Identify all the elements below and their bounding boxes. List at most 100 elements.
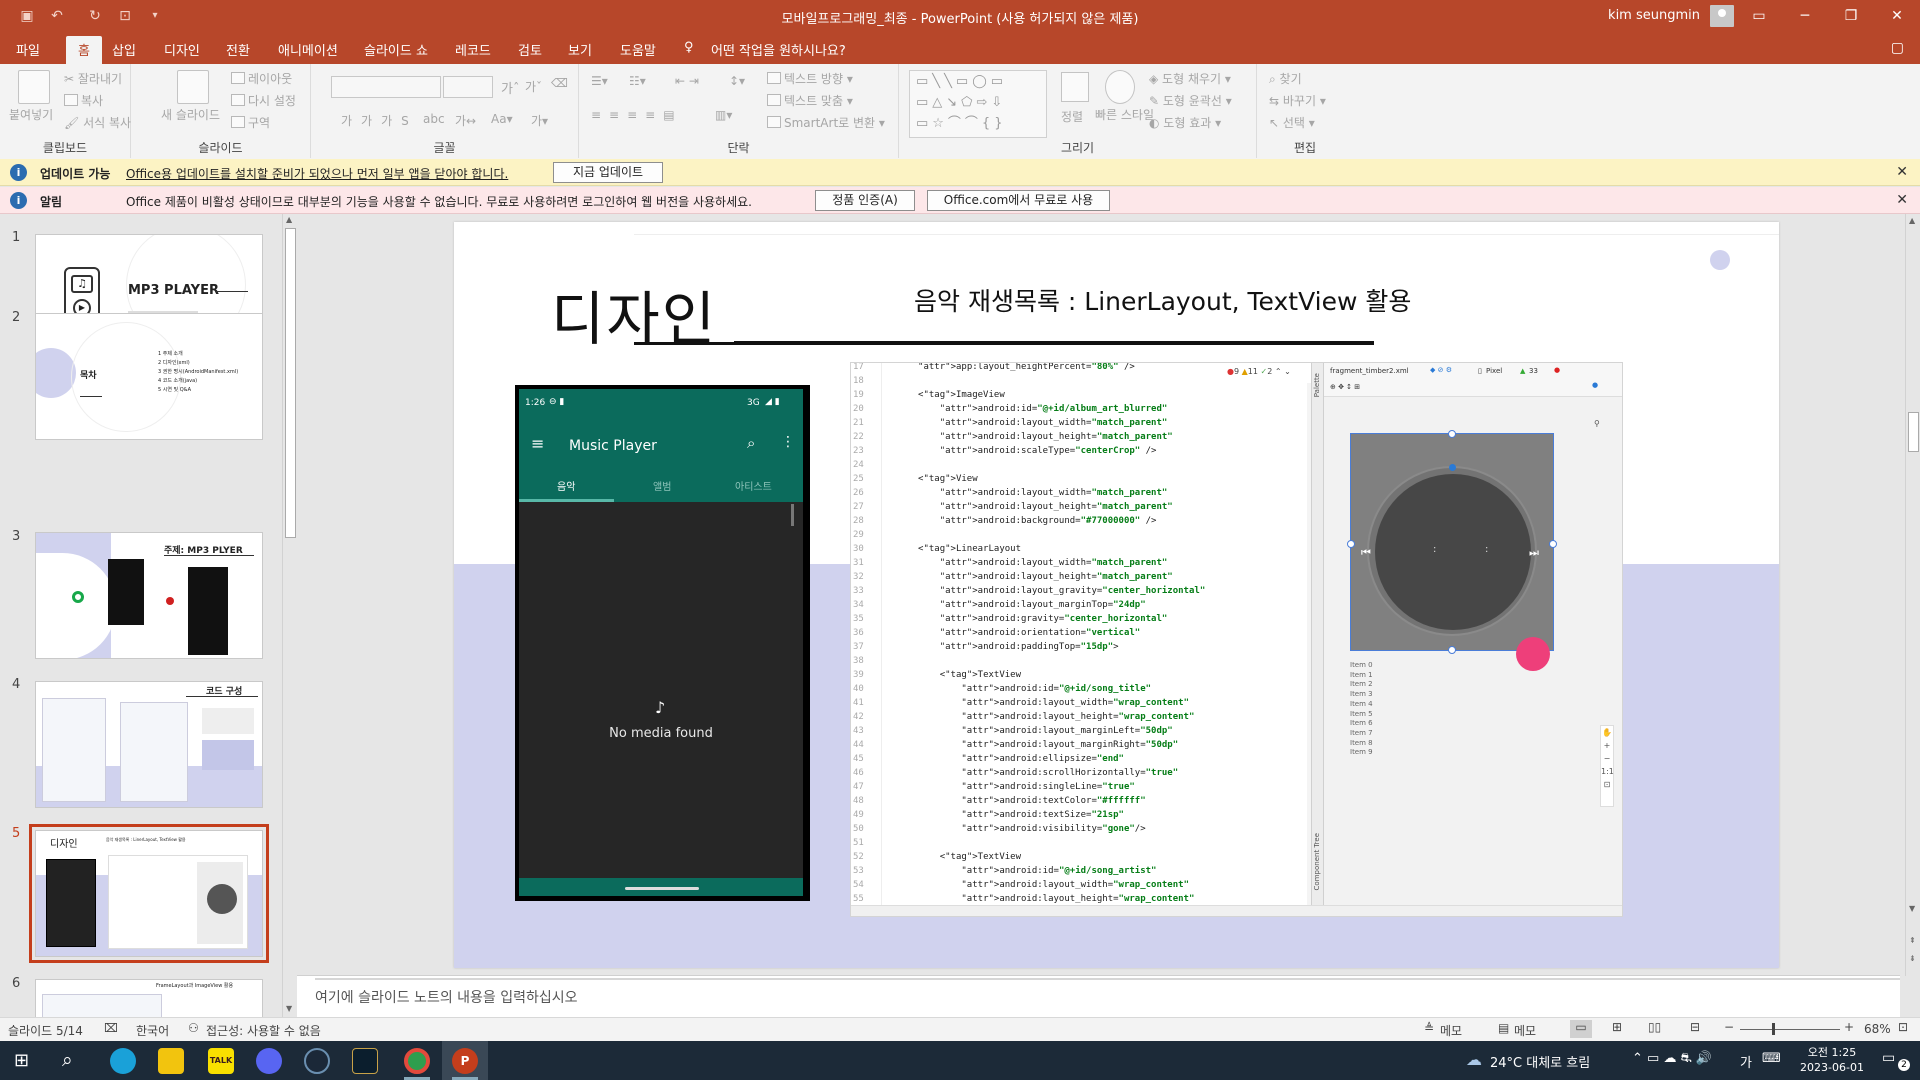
- phone-tab-album[interactable]: 앨범: [653, 478, 671, 493]
- layout-button[interactable]: 레이아웃: [231, 70, 292, 87]
- component-tree-label[interactable]: Component Tree: [1313, 833, 1321, 890]
- notes-pane[interactable]: 여기에 슬라이드 노트의 내용을 입력하십시오: [297, 975, 1900, 1017]
- thumbnail-slide-3[interactable]: 주제: MP3 PLYER: [35, 532, 263, 659]
- shape-fill-button[interactable]: ◈ 도형 채우기 ▾: [1149, 70, 1231, 87]
- fit-slide-icon[interactable]: ⊡: [1898, 1020, 1908, 1034]
- font-style-buttons[interactable]: 가가가S: [341, 112, 418, 129]
- avatar[interactable]: [1710, 5, 1734, 27]
- slideshow-icon[interactable]: ⊟: [1690, 1020, 1700, 1034]
- resize-handle[interactable]: [1347, 540, 1355, 548]
- tab-animations[interactable]: 애니메이션: [278, 40, 338, 59]
- new-slide-icon[interactable]: [177, 70, 209, 104]
- text-direction-button[interactable]: 텍스트 방향 ▾: [767, 70, 853, 87]
- tab-home[interactable]: 홈: [66, 36, 102, 64]
- reading-view-icon[interactable]: ▯▯: [1648, 1020, 1661, 1034]
- zoom-in-icon[interactable]: +: [1844, 1020, 1854, 1034]
- slide-scrollbar[interactable]: ▲ ▼ ⇞ ⇟: [1905, 214, 1920, 976]
- smartart-button[interactable]: SmartArt로 변환 ▾: [767, 114, 885, 131]
- notes-splitter[interactable]: [315, 978, 1900, 980]
- update-now-button[interactable]: 지금 업데이트: [553, 162, 663, 183]
- shrink-font-icon[interactable]: 가ˇ: [525, 78, 542, 95]
- format-painter-button[interactable]: 🖌 서식 복사: [64, 114, 131, 131]
- close-icon[interactable]: ✕: [1896, 164, 1908, 180]
- font-color-icon[interactable]: 가▾: [531, 112, 548, 129]
- scroll-up-icon[interactable]: ▲: [1909, 216, 1915, 225]
- align-icons[interactable]: ≡≡≡≡▤: [591, 108, 683, 122]
- discord-icon[interactable]: [256, 1048, 282, 1074]
- thumb-scrollbar[interactable]: ▲ ▼: [282, 214, 297, 1018]
- accessibility-icon[interactable]: ⚇: [188, 1021, 199, 1035]
- zoom-out-icon[interactable]: −: [1724, 1020, 1734, 1034]
- line-spacing-icon[interactable]: ↕▾: [729, 74, 745, 88]
- steam-icon[interactable]: [304, 1048, 330, 1074]
- file-tab[interactable]: fragment_timber2.xml: [1330, 367, 1409, 375]
- hamburger-menu-icon[interactable]: ≡: [531, 434, 544, 453]
- phone-tab-artist[interactable]: 아티스트: [735, 478, 772, 493]
- user-name[interactable]: kim seungmin: [1608, 8, 1700, 23]
- ime-indicator[interactable]: 가: [1740, 1052, 1752, 1071]
- thumbnail-slide-6[interactable]: FrameLayout과 ImageView 활용: [35, 979, 263, 1019]
- layers-icon[interactable]: ◆ ⊘ ⚙: [1430, 366, 1452, 374]
- shape-outline-button[interactable]: ✎ 도형 윤곽선 ▾: [1149, 92, 1232, 109]
- zoom-slider-thumb[interactable]: [1772, 1023, 1775, 1035]
- resize-handle[interactable]: [1549, 540, 1557, 548]
- shapes-gallery[interactable]: ▭╲╲▭◯▭ ▭△↘⬠⇨⇩ ▭☆⌒⌒{}: [909, 70, 1047, 138]
- char-spacing-icon[interactable]: abc: [423, 112, 445, 126]
- notes-placeholder[interactable]: 여기에 슬라이드 노트의 내용을 입력하십시오: [315, 987, 578, 1007]
- tab-file[interactable]: 파일: [16, 40, 40, 59]
- notes-toggle[interactable]: 메모: [1440, 1022, 1462, 1039]
- powerpoint-icon[interactable]: P: [452, 1048, 478, 1074]
- tab-view[interactable]: 보기: [568, 40, 592, 59]
- api-select[interactable]: 33: [1529, 367, 1538, 375]
- search-icon[interactable]: ⌕: [62, 1049, 73, 1071]
- close-icon[interactable]: ✕: [1896, 192, 1908, 208]
- bullets-icon[interactable]: ☰▾: [591, 74, 608, 88]
- device-select[interactable]: Pixel: [1486, 367, 1502, 375]
- help-icon[interactable]: ●: [1592, 381, 1598, 389]
- maximize-button[interactable]: ❐: [1828, 0, 1874, 33]
- change-case-icon[interactable]: Aa▾: [491, 112, 513, 126]
- clear-format-icon[interactable]: ⌫: [551, 76, 568, 90]
- scroll-down-icon[interactable]: ▼: [1909, 904, 1915, 913]
- zoom-tools-icons[interactable]: ⊕ ✥ ↕ ⊞: [1330, 383, 1360, 391]
- arrow-icons[interactable]: ⌃ ⌄: [1275, 367, 1291, 376]
- tab-help[interactable]: 도움말: [620, 40, 656, 59]
- scroll-down-icon[interactable]: ▼: [286, 1004, 292, 1013]
- activate-button[interactable]: 정품 인증(A): [815, 190, 915, 211]
- reset-button[interactable]: 다시 설정: [231, 92, 296, 109]
- paste-button[interactable]: 붙여넣기: [9, 106, 53, 123]
- thumbnail-slide-2[interactable]: 목차 1 주제 소개 2 디자인(xml) 3 권한 명시(AndroidMan…: [35, 313, 263, 440]
- spellcheck-icon[interactable]: ⌧: [104, 1021, 118, 1035]
- cut-button[interactable]: ✂ 잘라내기: [64, 70, 122, 87]
- use-free-button[interactable]: Office.com에서 무료로 사용: [927, 190, 1110, 211]
- weather-icon[interactable]: ☁: [1466, 1050, 1482, 1069]
- phone-screenshot[interactable]: 1:26 ⊖ ▮ 3G ◢ ▮ ≡ Music Player ⌕ ⋮ 음악 앨범…: [515, 385, 810, 901]
- previous-slide-icon[interactable]: ⇞: [1909, 936, 1916, 945]
- zoom-controls[interactable]: ✋ + −1:1 ⊡: [1600, 725, 1614, 807]
- align-text-button[interactable]: 텍스트 맞춤 ▾: [767, 92, 853, 109]
- clock-time[interactable]: 오전 1:25: [1800, 1044, 1864, 1060]
- replace-button[interactable]: ⇆ 바꾸기 ▾: [1269, 92, 1326, 109]
- columns-icon[interactable]: ▥▾: [715, 108, 732, 122]
- zoom-level[interactable]: 68%: [1864, 1022, 1891, 1036]
- windows-start-icon[interactable]: ⊞: [14, 1050, 29, 1071]
- palette-label[interactable]: Palette: [1313, 373, 1321, 397]
- slide-sorter-icon[interactable]: ⊞: [1612, 1020, 1622, 1034]
- tray-icons[interactable]: ⌃ ▭ ☁ ⛐ 🔊: [1632, 1051, 1712, 1068]
- copy-button[interactable]: 복사: [64, 92, 103, 109]
- find-button[interactable]: ⌕ 찾기: [1269, 70, 1302, 87]
- normal-view-icon[interactable]: ▭: [1570, 1020, 1592, 1038]
- next-slide-icon[interactable]: ⇟: [1909, 954, 1916, 963]
- quick-styles-icon[interactable]: [1105, 70, 1135, 104]
- ide-screenshot[interactable]: 17 "attr">app:layout_heightPercent="80%"…: [850, 362, 1623, 917]
- chrome-icon[interactable]: [404, 1048, 430, 1074]
- close-button[interactable]: ✕: [1874, 0, 1920, 33]
- language-indicator[interactable]: 한국어: [136, 1022, 169, 1039]
- comments-icon[interactable]: ▢: [1891, 40, 1904, 56]
- font-name-combo[interactable]: [331, 76, 441, 98]
- app-icon-1[interactable]: [110, 1048, 136, 1074]
- tab-slideshow[interactable]: 슬라이드 쇼: [364, 40, 428, 59]
- pin-icon[interactable]: ⚲: [1594, 419, 1600, 428]
- tab-transitions[interactable]: 전환: [226, 40, 250, 59]
- select-button[interactable]: ↖ 선택 ▾: [1269, 114, 1315, 131]
